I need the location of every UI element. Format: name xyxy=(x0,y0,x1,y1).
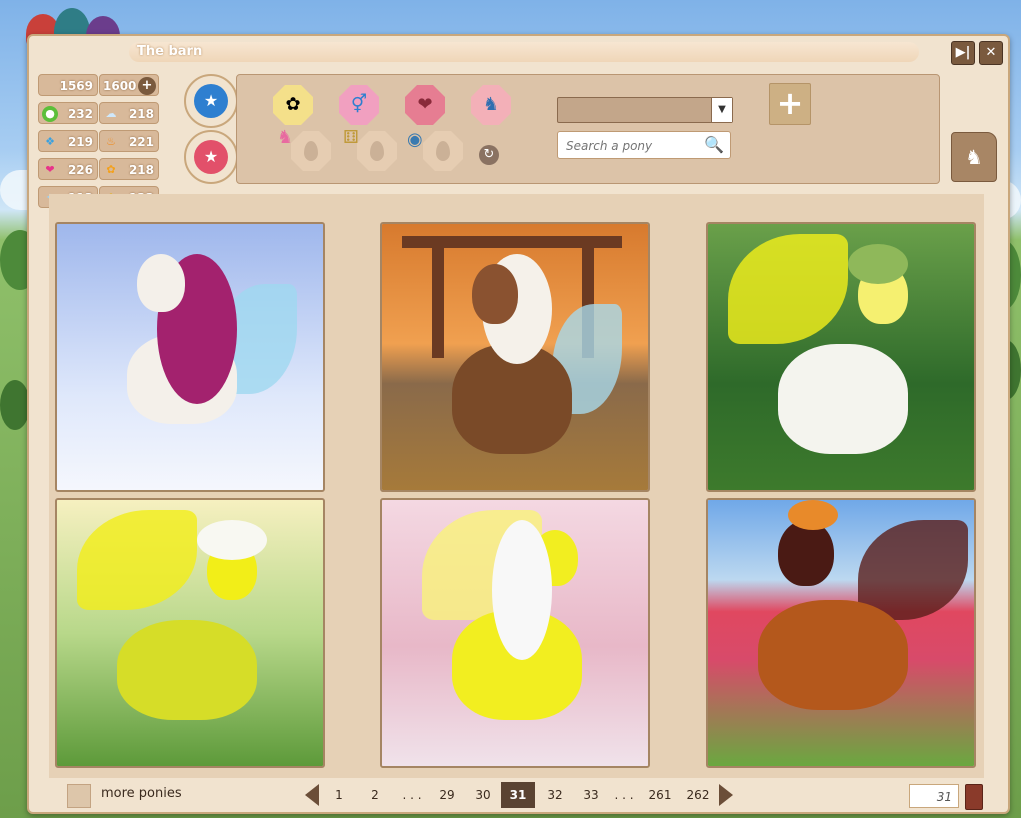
pony-image xyxy=(57,224,323,490)
next-page-icon[interactable] xyxy=(719,784,733,806)
previous-page-icon[interactable] xyxy=(305,784,319,806)
stat-cloud: ☁ 218 xyxy=(99,102,159,124)
wing xyxy=(728,234,848,344)
pony-body xyxy=(117,620,257,720)
torii-gate xyxy=(402,236,622,248)
more-ponies-checkbox[interactable] xyxy=(67,784,91,808)
search-input[interactable] xyxy=(558,132,708,160)
page-link[interactable]: 261 xyxy=(645,782,675,808)
close-button[interactable]: ✕ xyxy=(979,41,1003,65)
stat-paws: ❖ 219 xyxy=(38,130,98,152)
apple-icon: ● xyxy=(42,106,58,122)
chevron-down-icon[interactable]: ▼ xyxy=(711,98,732,122)
hoof-icon: ❖ xyxy=(45,135,55,148)
pony-card[interactable] xyxy=(55,498,325,768)
flame-icon: ♨ xyxy=(106,135,116,148)
pony-head xyxy=(472,264,518,324)
page-ellipsis: . . . xyxy=(614,788,634,802)
pony-image xyxy=(382,224,648,490)
filter-breed-icon[interactable]: ✿ xyxy=(273,85,313,125)
wing xyxy=(858,520,968,620)
search-icon[interactable]: 🔍 xyxy=(704,135,724,154)
page-link[interactable]: 262 xyxy=(683,782,713,808)
drop-icon xyxy=(370,141,384,161)
mane xyxy=(848,244,908,284)
page-ellipsis: . . . xyxy=(402,788,422,802)
paw-icon: ✿ xyxy=(106,163,116,176)
background-tree xyxy=(0,380,30,430)
pony-card[interactable] xyxy=(55,222,325,492)
unicorn-icon: ♞ xyxy=(277,127,294,148)
page-link[interactable]: 30 xyxy=(469,782,497,808)
star-badge-icon: ★ xyxy=(194,140,228,174)
wing xyxy=(77,510,197,610)
filter-eye-slot[interactable] xyxy=(423,131,463,171)
pony-head xyxy=(137,254,185,312)
pony-body xyxy=(778,344,908,454)
pony-card[interactable] xyxy=(380,222,650,492)
cloud-icon: ☁ xyxy=(105,107,117,120)
pony-image xyxy=(708,224,974,490)
mane xyxy=(788,500,838,530)
page-link[interactable]: 29 xyxy=(433,782,461,808)
filter-love-icon[interactable]: ❤ xyxy=(405,85,445,125)
filter-panel: ✿ ⚥ ❤ ♞ ♞ ⚅ ◉ ↻ ▼ 🔍 + xyxy=(236,74,940,184)
page-link[interactable]: 2 xyxy=(363,782,387,808)
go-to-page-button[interactable] xyxy=(965,784,983,810)
filter-trophy-slot[interactable] xyxy=(357,131,397,171)
page-link[interactable]: 1 xyxy=(327,782,351,808)
pony-body xyxy=(758,600,908,710)
heart-icon: ❤ xyxy=(45,163,55,176)
page-link[interactable]: 32 xyxy=(541,782,569,808)
pony-head xyxy=(778,520,834,586)
barn-window: The barn ▶| ✕ 1569 1600 + ● 232 ☁ 218 ❖ … xyxy=(27,34,1010,814)
pony-card[interactable] xyxy=(706,498,976,768)
torii-gate xyxy=(432,248,444,358)
add-button[interactable]: + xyxy=(769,83,811,125)
filter-pony-icon[interactable]: ♞ xyxy=(471,85,511,125)
page-number-input[interactable]: 31 xyxy=(909,784,959,808)
tab-favorites[interactable]: ★ xyxy=(184,130,238,184)
move-folder-button[interactable]: ♞ xyxy=(951,132,997,182)
folder-star-icon: ★ xyxy=(194,84,228,118)
pony-image xyxy=(382,500,648,766)
stat-apple: ● 232 xyxy=(38,102,98,124)
filter-unicorn-slot[interactable] xyxy=(291,131,331,171)
stat-paw: ✿ 218 xyxy=(99,158,159,180)
refresh-icon[interactable]: ↻ xyxy=(479,145,499,165)
mane xyxy=(197,520,267,560)
filter-gender-icon[interactable]: ⚥ xyxy=(339,85,379,125)
drop-icon xyxy=(304,141,318,161)
tab-folder[interactable]: ★ xyxy=(184,74,238,128)
category-select[interactable]: ▼ xyxy=(557,97,733,123)
mane xyxy=(492,520,552,660)
pony-image xyxy=(708,500,974,766)
stat-heart: ❤ 226 xyxy=(38,158,98,180)
pony-card[interactable] xyxy=(380,498,650,768)
more-ponies-label: more ponies xyxy=(101,786,182,801)
trophy-icon: ⚅ xyxy=(343,127,359,148)
page-link[interactable]: 33 xyxy=(577,782,605,808)
eye-icon: ◉ xyxy=(407,129,423,150)
fullscreen-button[interactable]: ▶| xyxy=(951,41,975,65)
pony-image xyxy=(57,500,323,766)
pony-card[interactable] xyxy=(706,222,976,492)
stat-secondary: 1600 + xyxy=(99,74,159,96)
drop-icon xyxy=(436,141,450,161)
search-box: 🔍 xyxy=(557,131,731,160)
window-title: The barn xyxy=(129,42,919,62)
stat-primary: 1569 xyxy=(38,74,98,96)
stat-flame: ♨ 221 xyxy=(99,130,159,152)
current-page[interactable]: 31 xyxy=(501,782,535,808)
pony-grid xyxy=(49,194,984,778)
plus-icon[interactable]: + xyxy=(138,77,156,95)
